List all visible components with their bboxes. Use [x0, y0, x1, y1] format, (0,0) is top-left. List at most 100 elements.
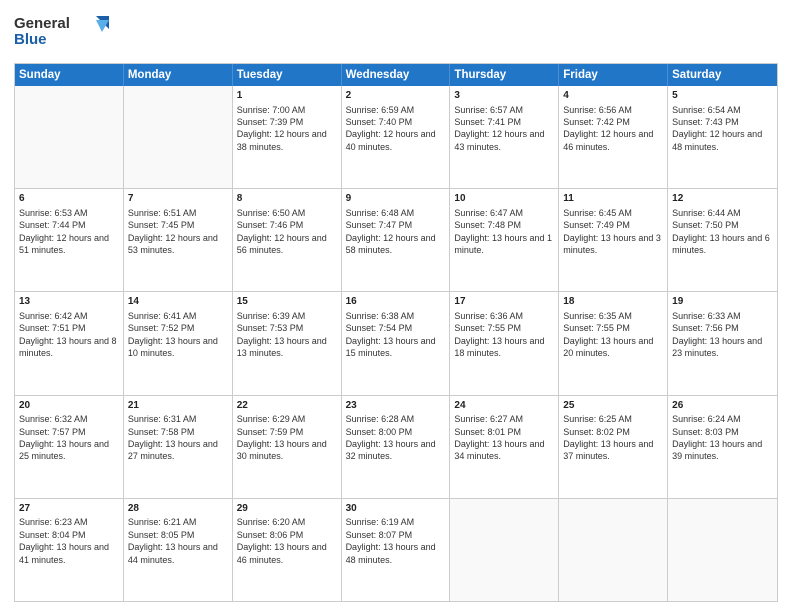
- header: General Blue: [14, 10, 778, 55]
- cell-info: Sunrise: 6:59 AM Sunset: 7:40 PM Dayligh…: [346, 104, 446, 154]
- calendar-cell: 4Sunrise: 6:56 AM Sunset: 7:42 PM Daylig…: [559, 86, 668, 188]
- calendar-cell: 15Sunrise: 6:39 AM Sunset: 7:53 PM Dayli…: [233, 292, 342, 394]
- logo-text: General Blue: [14, 10, 124, 55]
- calendar-header-cell: Saturday: [668, 64, 777, 86]
- calendar-cell: 21Sunrise: 6:31 AM Sunset: 7:58 PM Dayli…: [124, 396, 233, 498]
- calendar-cell: 20Sunrise: 6:32 AM Sunset: 7:57 PM Dayli…: [15, 396, 124, 498]
- day-number: 14: [128, 295, 228, 309]
- cell-info: Sunrise: 6:33 AM Sunset: 7:56 PM Dayligh…: [672, 310, 773, 360]
- calendar-cell: 19Sunrise: 6:33 AM Sunset: 7:56 PM Dayli…: [668, 292, 777, 394]
- cell-info: Sunrise: 6:32 AM Sunset: 7:57 PM Dayligh…: [19, 413, 119, 463]
- cell-info: Sunrise: 6:24 AM Sunset: 8:03 PM Dayligh…: [672, 413, 773, 463]
- cell-info: Sunrise: 6:50 AM Sunset: 7:46 PM Dayligh…: [237, 207, 337, 257]
- page: General Blue SundayMondayTuesdayWednesda…: [0, 0, 792, 612]
- calendar-cell: 13Sunrise: 6:42 AM Sunset: 7:51 PM Dayli…: [15, 292, 124, 394]
- calendar-cell: 24Sunrise: 6:27 AM Sunset: 8:01 PM Dayli…: [450, 396, 559, 498]
- cell-info: Sunrise: 6:20 AM Sunset: 8:06 PM Dayligh…: [237, 516, 337, 566]
- day-number: 7: [128, 192, 228, 206]
- calendar-cell: 6Sunrise: 6:53 AM Sunset: 7:44 PM Daylig…: [15, 189, 124, 291]
- calendar-cell: 10Sunrise: 6:47 AM Sunset: 7:48 PM Dayli…: [450, 189, 559, 291]
- day-number: 24: [454, 399, 554, 413]
- day-number: 17: [454, 295, 554, 309]
- cell-info: Sunrise: 6:19 AM Sunset: 8:07 PM Dayligh…: [346, 516, 446, 566]
- cell-info: Sunrise: 6:54 AM Sunset: 7:43 PM Dayligh…: [672, 104, 773, 154]
- day-number: 2: [346, 89, 446, 103]
- day-number: 25: [563, 399, 663, 413]
- cell-info: Sunrise: 6:39 AM Sunset: 7:53 PM Dayligh…: [237, 310, 337, 360]
- calendar-cell: 29Sunrise: 6:20 AM Sunset: 8:06 PM Dayli…: [233, 499, 342, 601]
- calendar-row: 1Sunrise: 7:00 AM Sunset: 7:39 PM Daylig…: [15, 86, 777, 188]
- cell-info: Sunrise: 6:21 AM Sunset: 8:05 PM Dayligh…: [128, 516, 228, 566]
- calendar-row: 6Sunrise: 6:53 AM Sunset: 7:44 PM Daylig…: [15, 188, 777, 291]
- day-number: 4: [563, 89, 663, 103]
- day-number: 8: [237, 192, 337, 206]
- day-number: 20: [19, 399, 119, 413]
- day-number: 3: [454, 89, 554, 103]
- day-number: 18: [563, 295, 663, 309]
- cell-info: Sunrise: 6:56 AM Sunset: 7:42 PM Dayligh…: [563, 104, 663, 154]
- day-number: 29: [237, 502, 337, 516]
- calendar-cell: 26Sunrise: 6:24 AM Sunset: 8:03 PM Dayli…: [668, 396, 777, 498]
- calendar-cell: [668, 499, 777, 601]
- calendar-cell: 25Sunrise: 6:25 AM Sunset: 8:02 PM Dayli…: [559, 396, 668, 498]
- calendar-cell: 17Sunrise: 6:36 AM Sunset: 7:55 PM Dayli…: [450, 292, 559, 394]
- day-number: 6: [19, 192, 119, 206]
- calendar-row: 13Sunrise: 6:42 AM Sunset: 7:51 PM Dayli…: [15, 291, 777, 394]
- cell-info: Sunrise: 7:00 AM Sunset: 7:39 PM Dayligh…: [237, 104, 337, 154]
- calendar-cell: 28Sunrise: 6:21 AM Sunset: 8:05 PM Dayli…: [124, 499, 233, 601]
- calendar-cell: 18Sunrise: 6:35 AM Sunset: 7:55 PM Dayli…: [559, 292, 668, 394]
- calendar-cell: 12Sunrise: 6:44 AM Sunset: 7:50 PM Dayli…: [668, 189, 777, 291]
- day-number: 11: [563, 192, 663, 206]
- calendar-body: 1Sunrise: 7:00 AM Sunset: 7:39 PM Daylig…: [15, 86, 777, 601]
- calendar-cell: 22Sunrise: 6:29 AM Sunset: 7:59 PM Dayli…: [233, 396, 342, 498]
- day-number: 19: [672, 295, 773, 309]
- day-number: 21: [128, 399, 228, 413]
- day-number: 9: [346, 192, 446, 206]
- calendar: SundayMondayTuesdayWednesdayThursdayFrid…: [14, 63, 778, 602]
- svg-text:Blue: Blue: [14, 31, 47, 48]
- calendar-cell: [124, 86, 233, 188]
- cell-info: Sunrise: 6:27 AM Sunset: 8:01 PM Dayligh…: [454, 413, 554, 463]
- cell-info: Sunrise: 6:28 AM Sunset: 8:00 PM Dayligh…: [346, 413, 446, 463]
- cell-info: Sunrise: 6:42 AM Sunset: 7:51 PM Dayligh…: [19, 310, 119, 360]
- calendar-cell: 8Sunrise: 6:50 AM Sunset: 7:46 PM Daylig…: [233, 189, 342, 291]
- calendar-row: 20Sunrise: 6:32 AM Sunset: 7:57 PM Dayli…: [15, 395, 777, 498]
- cell-info: Sunrise: 6:45 AM Sunset: 7:49 PM Dayligh…: [563, 207, 663, 257]
- calendar-header-cell: Friday: [559, 64, 668, 86]
- calendar-cell: [15, 86, 124, 188]
- day-number: 15: [237, 295, 337, 309]
- calendar-cell: 5Sunrise: 6:54 AM Sunset: 7:43 PM Daylig…: [668, 86, 777, 188]
- day-number: 23: [346, 399, 446, 413]
- calendar-header-cell: Tuesday: [233, 64, 342, 86]
- calendar-cell: 30Sunrise: 6:19 AM Sunset: 8:07 PM Dayli…: [342, 499, 451, 601]
- day-number: 12: [672, 192, 773, 206]
- logo-svg: General Blue: [14, 10, 124, 50]
- calendar-cell: [450, 499, 559, 601]
- cell-info: Sunrise: 6:53 AM Sunset: 7:44 PM Dayligh…: [19, 207, 119, 257]
- cell-info: Sunrise: 6:31 AM Sunset: 7:58 PM Dayligh…: [128, 413, 228, 463]
- cell-info: Sunrise: 6:36 AM Sunset: 7:55 PM Dayligh…: [454, 310, 554, 360]
- day-number: 30: [346, 502, 446, 516]
- cell-info: Sunrise: 6:35 AM Sunset: 7:55 PM Dayligh…: [563, 310, 663, 360]
- calendar-header-row: SundayMondayTuesdayWednesdayThursdayFrid…: [15, 64, 777, 86]
- cell-info: Sunrise: 6:23 AM Sunset: 8:04 PM Dayligh…: [19, 516, 119, 566]
- calendar-cell: 1Sunrise: 7:00 AM Sunset: 7:39 PM Daylig…: [233, 86, 342, 188]
- calendar-cell: 23Sunrise: 6:28 AM Sunset: 8:00 PM Dayli…: [342, 396, 451, 498]
- calendar-cell: 16Sunrise: 6:38 AM Sunset: 7:54 PM Dayli…: [342, 292, 451, 394]
- day-number: 10: [454, 192, 554, 206]
- calendar-header-cell: Monday: [124, 64, 233, 86]
- cell-info: Sunrise: 6:44 AM Sunset: 7:50 PM Dayligh…: [672, 207, 773, 257]
- cell-info: Sunrise: 6:57 AM Sunset: 7:41 PM Dayligh…: [454, 104, 554, 154]
- calendar-cell: 11Sunrise: 6:45 AM Sunset: 7:49 PM Dayli…: [559, 189, 668, 291]
- logo: General Blue: [14, 10, 124, 55]
- calendar-header-cell: Wednesday: [342, 64, 451, 86]
- cell-info: Sunrise: 6:51 AM Sunset: 7:45 PM Dayligh…: [128, 207, 228, 257]
- cell-info: Sunrise: 6:48 AM Sunset: 7:47 PM Dayligh…: [346, 207, 446, 257]
- day-number: 27: [19, 502, 119, 516]
- day-number: 13: [19, 295, 119, 309]
- calendar-header-cell: Sunday: [15, 64, 124, 86]
- cell-info: Sunrise: 6:38 AM Sunset: 7:54 PM Dayligh…: [346, 310, 446, 360]
- calendar-row: 27Sunrise: 6:23 AM Sunset: 8:04 PM Dayli…: [15, 498, 777, 601]
- day-number: 5: [672, 89, 773, 103]
- calendar-cell: [559, 499, 668, 601]
